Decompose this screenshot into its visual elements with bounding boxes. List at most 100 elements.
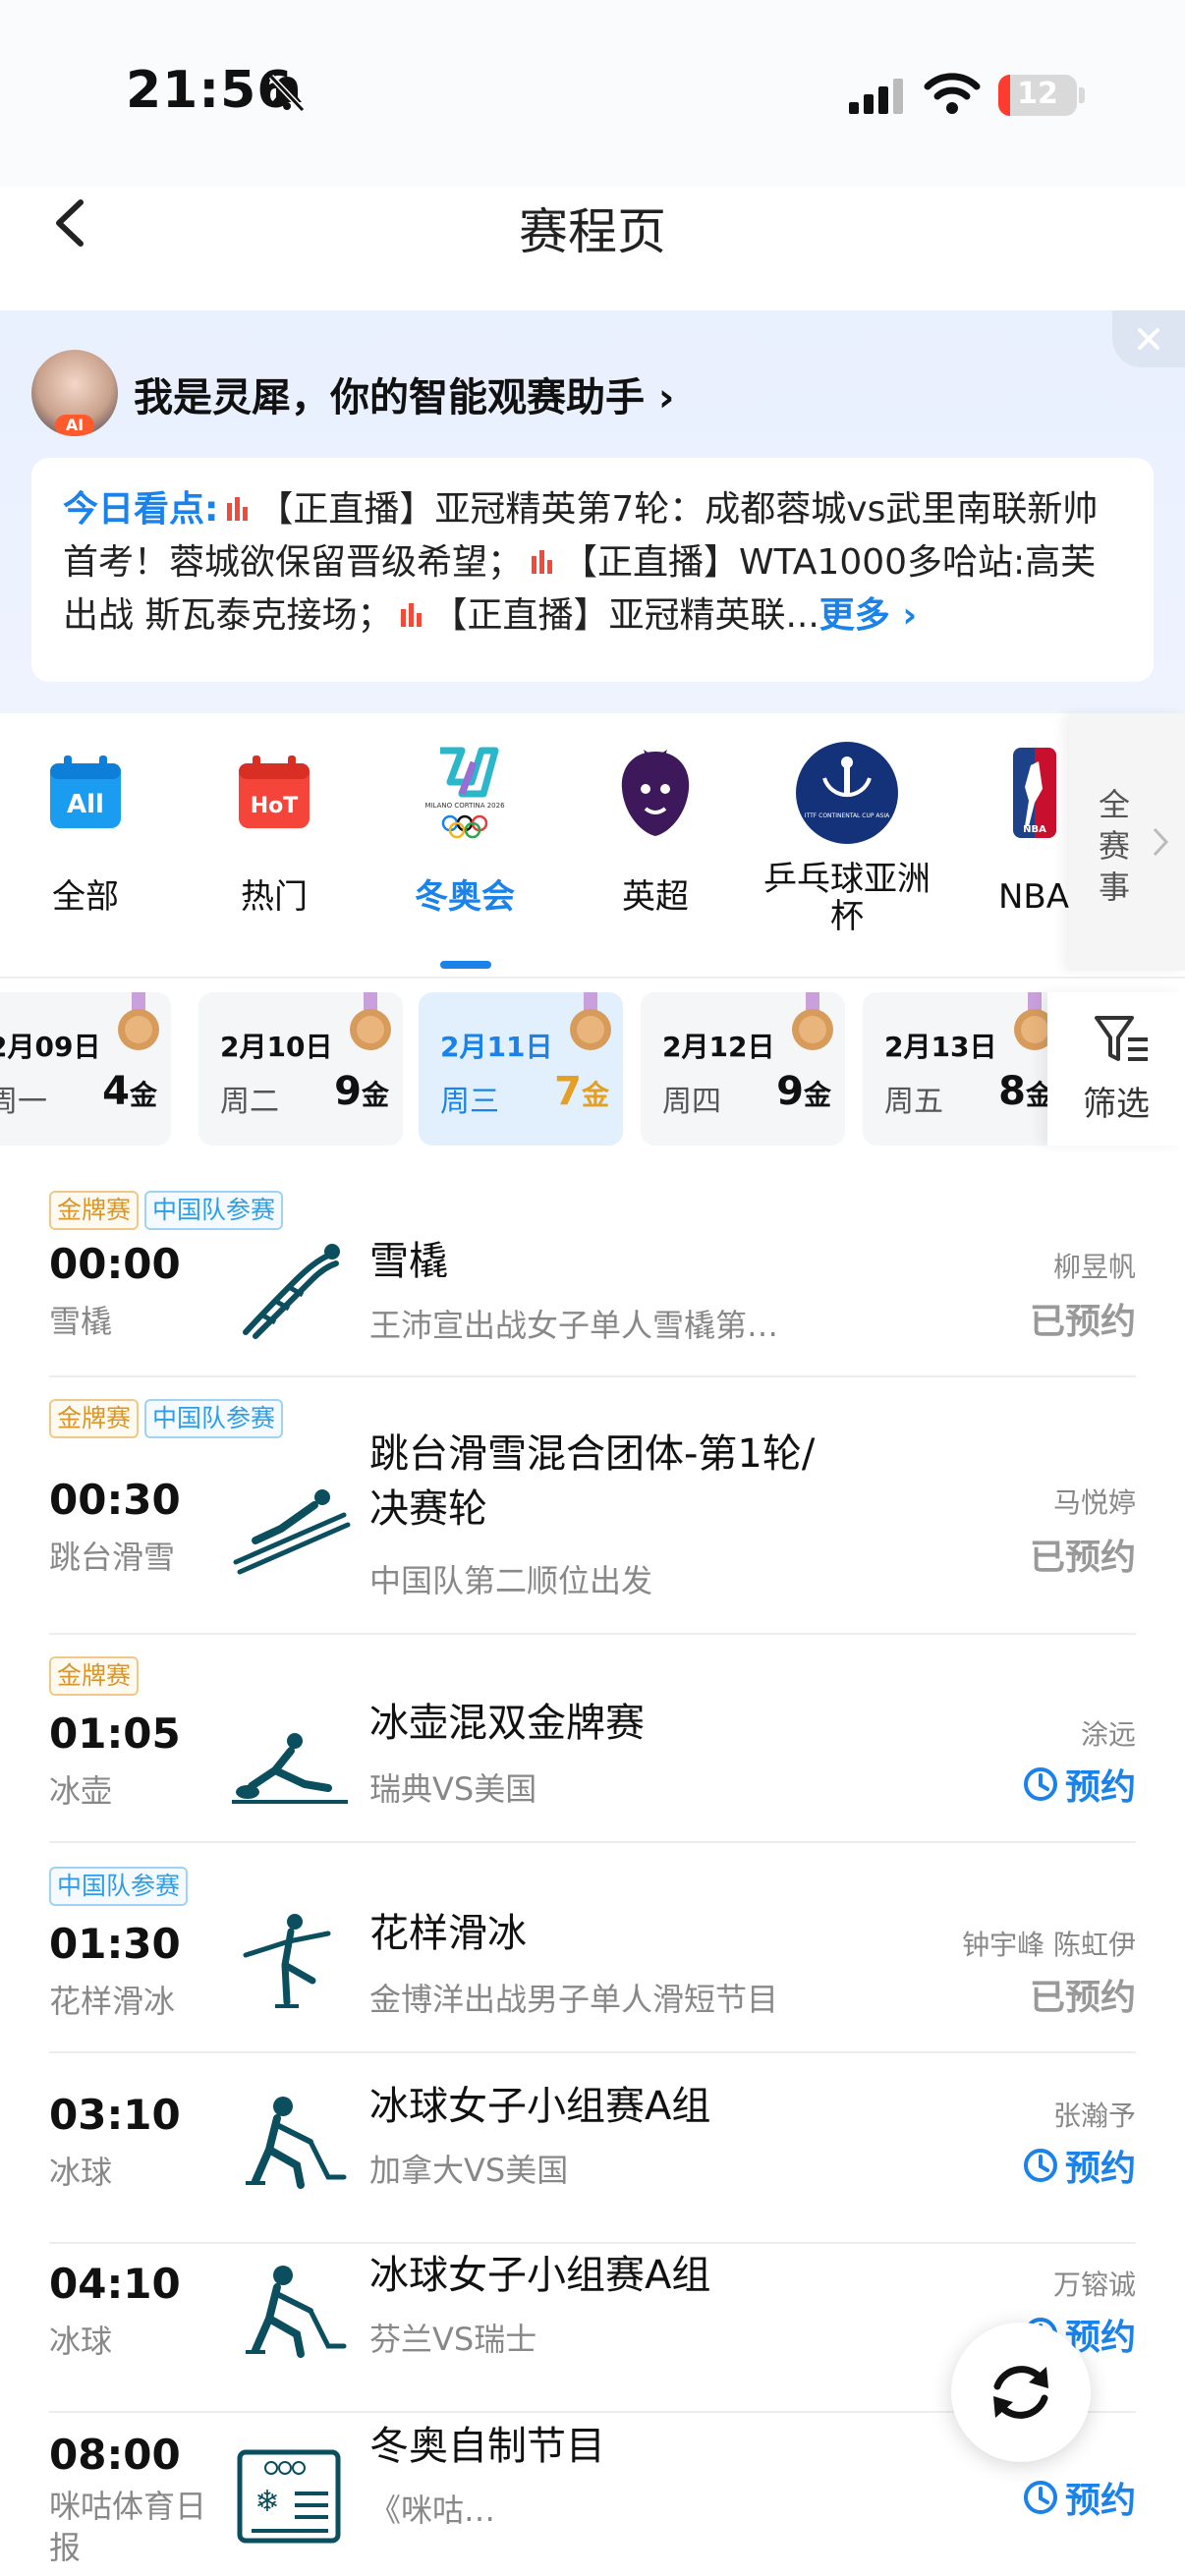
- event-time: 01:05: [49, 1709, 181, 1758]
- gold-count: 7金: [554, 1069, 609, 1114]
- date-label: 2月12日: [662, 1031, 775, 1063]
- luge-pictogram: [243, 1244, 340, 1339]
- event-title: 冰球女子小组赛A组: [369, 2253, 711, 2298]
- ice-hockey-pictogram: [246, 2097, 347, 2189]
- close-icon: [1138, 328, 1159, 350]
- assistant-title-link[interactable]: 我是灵犀，你的智能观赛助手 ›: [134, 365, 674, 422]
- live-bars-icon: [227, 497, 249, 521]
- event-host: 万镕诚: [1052, 2268, 1136, 2301]
- schedule-item[interactable]: 中国队参赛 01:30 花样滑冰 花样滑冰 金博洋出战男子单人滑短节目 钟宇峰 …: [49, 1867, 1136, 2053]
- tab-hot[interactable]: HoT 热门: [181, 713, 367, 979]
- schedule-item[interactable]: 金牌赛 中国队参赛 00:30 跳台滑雪 跳台滑雪混合团体-第1轮/决赛轮 中国…: [49, 1399, 1136, 1635]
- calendar-all-icon: All: [31, 739, 140, 847]
- date-card[interactable]: 2月12日 周四 9金: [641, 992, 845, 1146]
- signal-icon: [849, 79, 903, 114]
- schedule-item[interactable]: 金牌赛 中国队参赛 00:00 雪橇 雪橇 王沛宣出战女子单人雪橇第… 柳昱帆 …: [49, 1191, 1136, 1377]
- tab-label: 冬奥会: [415, 877, 515, 917]
- highlight-item[interactable]: 【正直播】亚冠精英联...: [431, 595, 818, 636]
- gold-count: 9金: [776, 1069, 831, 1114]
- date-card[interactable]: 2月13日 周五 8金: [863, 992, 1067, 1146]
- event-title: 雪橇: [369, 1239, 448, 1284]
- date-card[interactable]: 2月09日 周一 4金: [0, 992, 171, 1146]
- bronze-medal-icon: [792, 992, 833, 1050]
- event-title: 冰球女子小组赛A组: [369, 2084, 711, 2129]
- schedule-item[interactable]: 03:10 冰球 冰球女子小组赛A组 加拿大VS美国 张瀚予 预约: [49, 2077, 1136, 2244]
- gold-final-badge: 金牌赛: [49, 1656, 140, 1696]
- filter-button[interactable]: 筛选: [1047, 992, 1185, 1146]
- event-sport: 冰壶: [49, 1772, 113, 1810]
- book-button[interactable]: 预约: [1022, 2140, 1136, 2191]
- event-title: 跳台滑雪混合团体-第1轮/决赛轮: [369, 1431, 816, 1532]
- event-time: 00:00: [49, 1240, 181, 1288]
- assistant-avatar[interactable]: AI: [31, 350, 118, 436]
- event-sport: 跳台滑雪: [49, 1539, 176, 1576]
- gold-count: 8金: [998, 1069, 1053, 1114]
- svg-text:HoT: HoT: [251, 794, 299, 818]
- svg-text:All: All: [67, 790, 104, 819]
- category-tabs: All 全部 HoT 热门 MILANO CORTINA 2026 冬奥会 英超…: [0, 713, 1185, 979]
- event-subtitle: 中国队第二顺位出发: [369, 1562, 653, 1599]
- svg-text:NBA: NBA: [1023, 824, 1046, 835]
- divider: [49, 1841, 1136, 1843]
- filter-icon: [1095, 1016, 1148, 1061]
- booked-status[interactable]: 已预约: [1030, 1969, 1136, 2020]
- ice-hockey-pictogram: [246, 2266, 347, 2358]
- book-label: 预约: [1064, 2481, 1136, 2521]
- schedule-item[interactable]: 金牌赛 01:05 冰壶 冰壶混双金牌赛 瑞典VS美国 涂远 预约: [49, 1656, 1136, 1843]
- badge-group: 金牌赛 中国队参赛: [49, 1399, 284, 1438]
- date-label: 2月09日: [0, 1031, 101, 1063]
- china-team-badge: 中国队参赛: [144, 1191, 284, 1230]
- milano-cortina-2026-logo: MILANO CORTINA 2026: [411, 739, 519, 847]
- tab-label: 英超: [622, 877, 689, 917]
- event-subtitle: 王沛宣出战女子单人雪橇第…: [369, 1307, 779, 1344]
- refresh-button[interactable]: [951, 2323, 1091, 2462]
- close-button[interactable]: [1112, 310, 1185, 367]
- date-card-selected[interactable]: 2月11日 周三 7金: [419, 992, 623, 1146]
- calendar-hot-icon: HoT: [220, 739, 328, 847]
- divider: [49, 2242, 1136, 2244]
- chevron-right-icon: [1153, 827, 1169, 857]
- tab-all[interactable]: All 全部: [0, 713, 179, 979]
- ittf-continental-cup-icon: ITTF CONTINENTAL CUP ASIA: [793, 739, 901, 847]
- badge-group: 金牌赛: [49, 1656, 140, 1696]
- battery-tip: [1079, 87, 1085, 103]
- page-title: 赛程页: [519, 203, 666, 260]
- all-events-button[interactable]: 全赛事: [1069, 713, 1185, 971]
- more-link[interactable]: 更多 ›: [819, 595, 917, 636]
- gold-final-badge: 金牌赛: [49, 1399, 140, 1438]
- tab-winter-olympics[interactable]: MILANO CORTINA 2026 冬奥会: [371, 713, 558, 979]
- today-highlights[interactable]: 今日看点: 【正直播】亚冠精英第7轮：成都蓉城vs武里南联新帅首考！蓉城欲保留晋级…: [31, 458, 1154, 682]
- tab-premier-league[interactable]: 英超: [562, 713, 749, 979]
- tab-table-tennis-asia-cup[interactable]: ITTF CONTINENTAL CUP ASIA 乒乓球亚洲杯: [751, 713, 943, 979]
- event-host: 马悦婷: [1052, 1486, 1136, 1519]
- booked-status[interactable]: 已预约: [1030, 1529, 1136, 1580]
- gold-final-badge: 金牌赛: [49, 1191, 140, 1230]
- live-bars-icon: [532, 550, 553, 574]
- svg-text:MILANO CORTINA 2026: MILANO CORTINA 2026: [424, 802, 505, 810]
- event-subtitle: 金博洋出战男子单人滑短节目: [369, 1981, 779, 2018]
- book-button[interactable]: 预约: [1022, 2472, 1136, 2523]
- event-subtitle: 瑞典VS美国: [369, 1770, 537, 1808]
- event-sport: 花样滑冰: [49, 1983, 176, 2020]
- date-label: 2月11日: [440, 1031, 553, 1063]
- book-button[interactable]: 预约: [1022, 1759, 1136, 1810]
- badge-group: 金牌赛 中国队参赛: [49, 1191, 284, 1230]
- weekday-label: 周三: [440, 1085, 499, 1119]
- premier-league-lion-icon: [601, 739, 709, 847]
- event-sport: 咪咕体育日报: [49, 2488, 207, 2566]
- event-time: 04:10: [49, 2260, 181, 2308]
- date-card[interactable]: 2月10日 周二 9金: [198, 992, 403, 1146]
- date-label: 2月13日: [884, 1031, 997, 1063]
- gold-count: 9金: [334, 1069, 389, 1114]
- divider: [0, 977, 1185, 979]
- event-subtitle: 芬兰VS瑞士: [369, 2321, 537, 2358]
- weekday-label: 周一: [0, 1085, 47, 1119]
- event-time: 01:30: [49, 1920, 181, 1968]
- ai-assistant-card[interactable]: AI 我是灵犀，你的智能观赛助手 › 今日看点: 【正直播】亚冠精英第7轮：成都蓉…: [0, 310, 1185, 713]
- clock-icon: [1023, 2481, 1057, 2514]
- booked-status[interactable]: 已预约: [1030, 1293, 1136, 1344]
- event-host: 柳昱帆: [1052, 1251, 1136, 1283]
- event-host: 张瀚予: [1052, 2100, 1136, 2132]
- refresh-icon: [993, 2366, 1048, 2419]
- clock-icon: [1023, 2149, 1057, 2182]
